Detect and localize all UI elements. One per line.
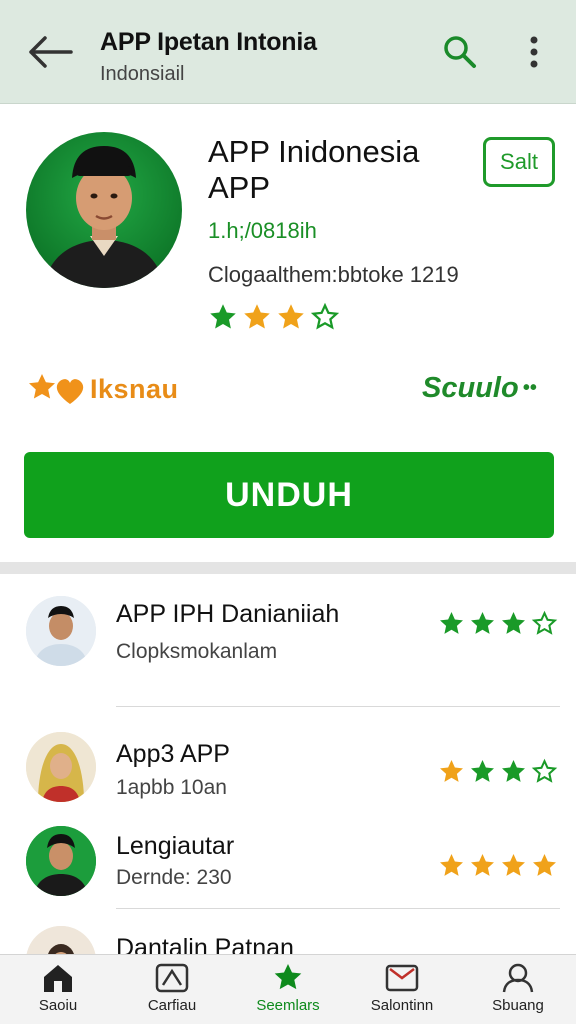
inbox-icon	[385, 964, 419, 992]
list-item[interactable]: APP IPH Danianiiah Clopksmokanlam	[0, 590, 576, 700]
nav-profile[interactable]: Sbuang	[470, 963, 566, 1023]
apps-icon	[155, 963, 189, 993]
list-avatar	[26, 926, 96, 954]
page-subtitle: Indonsiail	[100, 63, 185, 85]
list-item[interactable]: Lengiautar Dernde: 230	[0, 820, 576, 910]
list-avatar	[26, 826, 96, 896]
home-icon	[44, 965, 72, 992]
person-avatar-icon	[26, 826, 96, 896]
nav-profile-label: Sbuang	[492, 997, 544, 1014]
nav-apps-label: Carfiau	[147, 997, 197, 1014]
app-name: APP Inidonesia APP	[208, 134, 420, 205]
app-rating	[208, 302, 340, 332]
star-outline-icon	[310, 302, 340, 330]
person-avatar-icon	[26, 596, 96, 666]
bottom-navigation: Saoiu Carfiau Seemlars Salontinn Sbuang	[0, 954, 576, 1024]
download-button[interactable]: UNDUH	[24, 452, 554, 538]
app-version: 1.h;/0818ih	[208, 218, 317, 243]
star-filled-green-icon	[471, 760, 494, 782]
search-button[interactable]	[436, 28, 484, 76]
star-outline-icon	[531, 610, 558, 635]
wishlist-button[interactable]: Iksnau	[26, 372, 179, 406]
search-icon	[444, 36, 476, 68]
app-meta: Clogaalthem:bbtoke 1219	[208, 262, 459, 287]
nav-inbox[interactable]: Salontinn	[354, 963, 450, 1023]
star-heart-icon	[29, 374, 84, 404]
star-filled-green-icon	[210, 304, 236, 329]
app-header: APP Inidonesia APP Salt 1.h;/0818ih Clog…	[0, 104, 576, 562]
app-avatar	[26, 132, 182, 288]
star-filled-green-icon	[440, 612, 463, 634]
nav-apps[interactable]: Carfiau	[124, 963, 220, 1023]
appbar-titles: APP Ipetan Intonia Indonsiail	[100, 28, 317, 86]
star-leaf-icon	[274, 964, 302, 990]
star-filled-orange-icon	[533, 854, 556, 876]
more-vert-icon	[530, 36, 538, 68]
back-arrow-icon	[29, 36, 73, 68]
list-item-rating	[438, 610, 558, 637]
nav-inbox-label: Salontinn	[370, 997, 434, 1014]
star-filled-orange-icon	[440, 760, 463, 782]
share-label: Scuulo	[422, 372, 519, 404]
star-filled-green-icon	[471, 612, 494, 634]
star-filled-green-icon	[502, 760, 525, 782]
share-button[interactable]: Scuulo ••	[422, 372, 537, 405]
star-filled-orange-icon	[502, 854, 525, 876]
list-divider	[116, 706, 560, 707]
nav-featured[interactable]: Seemlars	[240, 963, 336, 1023]
star-outline-icon	[531, 758, 558, 783]
section-divider	[0, 562, 576, 574]
list-item[interactable]: Dantalin Patnan	[0, 920, 576, 954]
list-item-rating	[438, 758, 558, 785]
person-avatar-icon	[44, 146, 164, 288]
back-button[interactable]	[22, 30, 76, 74]
list-item-subtitle: Dernde: 230	[116, 866, 232, 889]
list-item-rating	[438, 852, 558, 879]
person-avatar-icon	[26, 926, 96, 954]
list-item-title: Dantalin Patnan	[116, 934, 294, 954]
share-dots: ••	[522, 377, 537, 399]
person-avatar-icon	[26, 732, 96, 802]
list-avatar	[26, 732, 96, 802]
star-filled-orange-icon	[244, 304, 270, 329]
nav-featured-label: Seemlars	[256, 997, 320, 1014]
sale-badge[interactable]: Salt	[483, 137, 555, 187]
nav-home[interactable]: Saoiu	[10, 963, 106, 1023]
top-app-bar: APP Ipetan Intonia Indonsiail	[0, 0, 576, 104]
star-filled-orange-icon	[471, 854, 494, 876]
list-divider	[116, 908, 560, 909]
profile-icon	[502, 963, 534, 993]
page-title: APP Ipetan Intonia	[100, 28, 317, 56]
star-filled-orange-icon	[278, 304, 304, 329]
list-item-subtitle: Clopksmokanlam	[116, 640, 278, 663]
nav-home-label: Saoiu	[38, 997, 78, 1014]
list-avatar	[26, 596, 96, 666]
list-item[interactable]: App3 APP 1apbb 10an	[0, 728, 576, 818]
list-item-title: App3 APP	[116, 740, 230, 768]
wishlist-label: Iksnau	[90, 373, 179, 404]
star-filled-orange-icon	[440, 854, 463, 876]
list-item-subtitle: 1apbb 10an	[116, 776, 227, 799]
more-options-button[interactable]	[512, 28, 556, 76]
star-filled-green-icon	[502, 612, 525, 634]
list-item-title: APP IPH Danianiiah	[116, 600, 340, 628]
list-item-title: Lengiautar	[116, 832, 235, 860]
